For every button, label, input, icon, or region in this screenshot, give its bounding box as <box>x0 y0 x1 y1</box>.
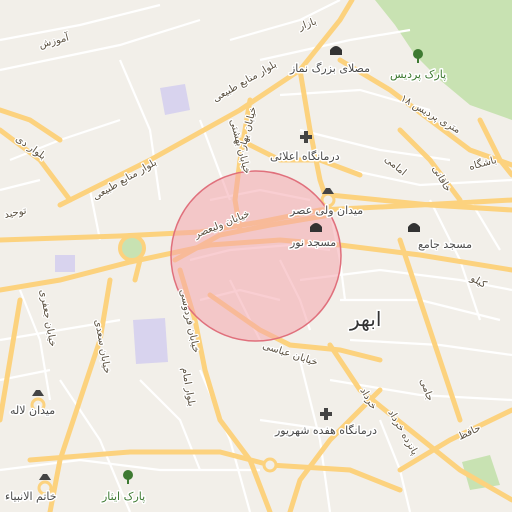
poi-label: درمانگاه هفده شهریور <box>274 424 377 437</box>
city-label: ابهر <box>349 307 381 331</box>
tree-icon <box>413 49 423 59</box>
poi-label: میدان لاله <box>10 404 55 417</box>
landuse-area <box>133 318 168 364</box>
tree-trunk <box>417 58 419 63</box>
poi-label: پارک پردیس <box>390 68 446 81</box>
landuse-area <box>160 84 190 115</box>
roundabout-south <box>262 457 278 473</box>
poi-label: پارک ایثار <box>101 490 145 503</box>
landuse-area <box>55 255 75 272</box>
tree-icon <box>123 470 133 480</box>
poi-label: مصلای بزرگ نماز <box>289 62 370 75</box>
map-canvas[interactable]: بلوار منابع طبیعی بلوار منابع طبیعی بلوا… <box>0 0 512 512</box>
poi-label: درمانگاه اعلائی <box>270 150 340 163</box>
poi-label: مسجد جامع <box>418 238 472 251</box>
highlight-circle[interactable] <box>170 170 342 342</box>
poi-label: خاتم الانبیاء <box>5 490 57 503</box>
poi-label: میدان ولی عصر <box>289 204 363 217</box>
roundabout-west <box>118 234 146 262</box>
poi-label: مسجد نور <box>289 236 336 249</box>
tree-trunk <box>127 479 129 484</box>
